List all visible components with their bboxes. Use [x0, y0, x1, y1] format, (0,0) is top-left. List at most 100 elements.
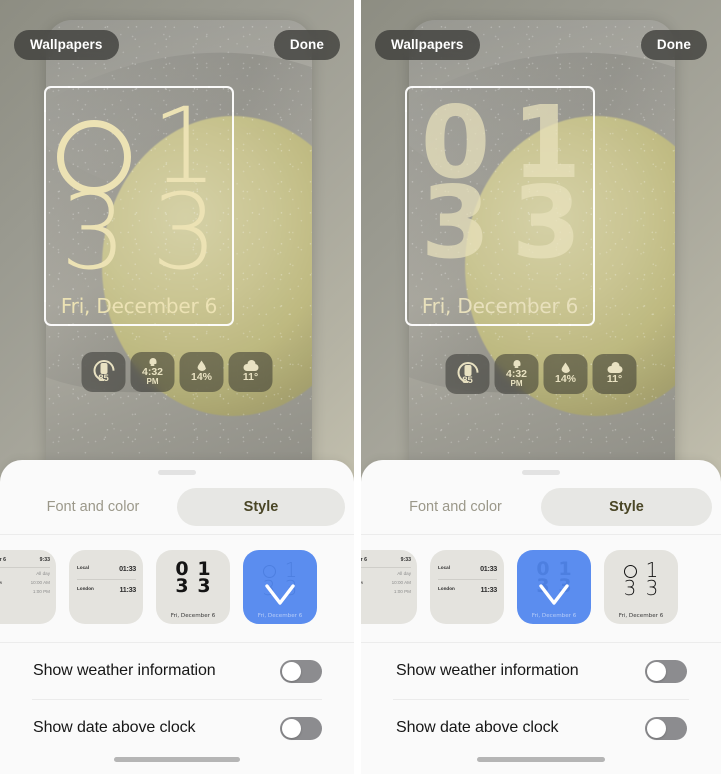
wc-city2: London — [438, 585, 455, 591]
option-row-date[interactable]: Show date above clock — [0, 700, 354, 756]
thumb-bold-date: Fri, December 6 — [170, 613, 216, 619]
clock-selection-frame[interactable]: 1 3 3 Fri, December 6 — [44, 86, 234, 326]
option-row-weather[interactable]: Show weather information — [0, 643, 354, 699]
clock-digits: 0 1 3 3 — [409, 93, 591, 273]
widget-weather-value: 11° — [242, 370, 259, 383]
style-thumb-calendar[interactable]: mber 6 9:33 ay All day rth Sw 10:00 AM — [0, 550, 56, 624]
cloud-icon — [243, 359, 258, 371]
bottom-sheet-left: Font and color Style mber 6 9:33 ay All … — [0, 460, 354, 774]
style-thumb-worldclock[interactable]: Local 01:33 London 11:33 — [430, 550, 504, 624]
thumb-bold-d4: 3 — [197, 575, 211, 598]
widget-alarm[interactable]: 4:32 PM — [130, 352, 175, 392]
home-indicator[interactable] — [477, 757, 605, 762]
widget-weather-value: 11° — [606, 372, 623, 385]
toggle-knob — [647, 661, 666, 681]
clock-digits: 1 3 3 — [48, 94, 230, 293]
style-thumb-thin-clock[interactable]: 1 3 3 Fri, December 6 — [604, 550, 678, 624]
wc-time1: 01:33 — [119, 564, 136, 573]
clock-date-label: Fri, December 6 — [60, 294, 218, 318]
widget-battery[interactable]: 85 — [445, 354, 490, 394]
check-icon — [265, 584, 295, 605]
cal-r2-left: rth Sw — [0, 579, 3, 585]
thin-clock-preview: 1 3 3 — [604, 560, 678, 599]
alarm-bell-icon — [148, 357, 157, 366]
water-drop-icon — [197, 360, 206, 372]
cal-r2-left: rth Sw — [361, 579, 364, 585]
thumb-thin-date: Fri, December 6 — [618, 613, 664, 619]
alarm-bell-icon — [512, 359, 521, 368]
style-thumb-calendar[interactable]: mber 6 9:33 ay All day rth Sw 10:00 AM — [361, 550, 417, 624]
tab-font-and-color[interactable]: Font and color — [9, 488, 177, 526]
option-row-date[interactable]: Show date above clock — [361, 700, 721, 756]
phone-panel-left: Wallpapers Done 1 3 3 Fri, December 6 85… — [0, 0, 354, 774]
cal-r1-right: All day — [36, 570, 50, 576]
widget-alarm[interactable]: 4:32 PM — [494, 354, 539, 394]
check-icon — [539, 584, 569, 605]
cal-header-date: mber 6 — [0, 557, 7, 563]
screenshot-stage: Wallpapers Done 1 3 3 Fri, December 6 85… — [0, 0, 721, 774]
thumb-bold-date: Fri, December 6 — [531, 613, 577, 619]
widget-humidity-value: 14% — [190, 371, 212, 384]
worldclock-thumb-content: Local 01:33 London 11:33 — [77, 564, 136, 610]
option-label-weather: Show weather information — [33, 662, 216, 679]
wallpapers-button[interactable]: Wallpapers — [375, 30, 480, 60]
clock-digit-min-ones: 3 — [151, 171, 218, 293]
toggle-show-date[interactable] — [280, 716, 322, 740]
sheet-drag-handle[interactable] — [158, 470, 196, 475]
cal-r3-right: 1:00 PM — [393, 588, 411, 594]
option-label-date: Show date above clock — [396, 719, 559, 736]
frame-edge-right — [231, 110, 234, 302]
sheet-drag-handle[interactable] — [522, 470, 560, 475]
frame-edge-left — [44, 110, 47, 302]
widget-weather[interactable]: 11° — [592, 354, 637, 394]
wc-city1: Local — [77, 565, 89, 571]
done-button[interactable]: Done — [273, 30, 340, 60]
toggle-show-weather[interactable] — [645, 659, 687, 683]
option-label-weather: Show weather information — [396, 662, 579, 679]
cal-r3-right: 1:00 PM — [32, 588, 50, 594]
clock-selection-frame[interactable]: 0 1 3 3 Fri, December 6 — [405, 86, 595, 326]
wallpapers-button[interactable]: Wallpapers — [14, 30, 119, 60]
preview-topbar: Wallpapers Done — [0, 30, 354, 60]
option-row-weather[interactable]: Show weather information — [361, 643, 721, 699]
lockscreen-widget-row: 85 4:32 PM 14% 11° — [81, 352, 273, 392]
tab-style[interactable]: Style — [541, 488, 712, 526]
toggle-show-date[interactable] — [645, 716, 687, 740]
widget-weather[interactable]: 11° — [228, 352, 273, 392]
toggle-knob — [282, 718, 301, 738]
tab-font-and-color[interactable]: Font and color — [370, 488, 541, 526]
calendar-thumb-content: mber 6 9:33 ay All day rth Sw 10:00 AM — [0, 557, 50, 614]
frame-edge-bottom — [68, 323, 210, 326]
lockscreen-preview-left: Wallpapers Done 1 3 3 Fri, December 6 85… — [0, 0, 354, 500]
style-thumb-bold-clock[interactable]: 0 1 3 3 Fri, December 6 — [156, 550, 230, 624]
widget-battery[interactable]: 85 — [81, 352, 126, 392]
style-thumb-bold-clock-selected[interactable]: 0 1 3 3 Fri, December 6 — [517, 550, 591, 624]
toggle-show-weather[interactable] — [280, 659, 322, 683]
toggle-knob — [282, 661, 301, 681]
widget-alarm-ampm: PM — [510, 379, 523, 389]
cal-r2-right: 10:00 AM — [391, 579, 411, 585]
widget-humidity[interactable]: 14% — [543, 354, 588, 394]
cloud-icon — [607, 361, 622, 373]
thumb-bold-d3: 3 — [175, 575, 189, 598]
widget-humidity[interactable]: 14% — [179, 352, 224, 392]
tab-style[interactable]: Style — [177, 488, 345, 526]
done-button[interactable]: Done — [640, 30, 707, 60]
wc-time2: 11:33 — [119, 584, 137, 594]
style-thumb-thin-clock-selected[interactable]: 1 3 3 Fri, December 6 — [243, 550, 317, 624]
bold-clock-preview: 0 1 3 3 — [156, 559, 230, 598]
widget-humidity-value: 14% — [554, 373, 576, 386]
wc-time2: 11:33 — [480, 584, 498, 594]
cal-r2-right: 10:00 AM — [30, 579, 50, 585]
frame-edge-bottom — [429, 323, 571, 326]
style-carousel[interactable]: mber 6 9:33 ay All day rth Sw 10:00 AM — [0, 535, 354, 639]
calendar-thumb-content: mber 6 9:33 ay All day rth Sw 10:00 AM — [361, 557, 411, 614]
frame-edge-left — [405, 110, 408, 302]
option-label-date: Show date above clock — [33, 719, 196, 736]
style-thumb-worldclock[interactable]: Local 01:33 London 11:33 — [69, 550, 143, 624]
style-carousel[interactable]: mber 6 9:33 ay All day rth Sw 10:00 AM — [361, 535, 721, 639]
home-indicator[interactable] — [114, 757, 240, 762]
cal-header-time: 9:33 — [39, 557, 50, 563]
lockscreen-preview-right: Wallpapers Done 0 1 3 3 Fri, December 6 … — [361, 0, 721, 500]
wc-city2-alt: Local — [438, 565, 450, 571]
